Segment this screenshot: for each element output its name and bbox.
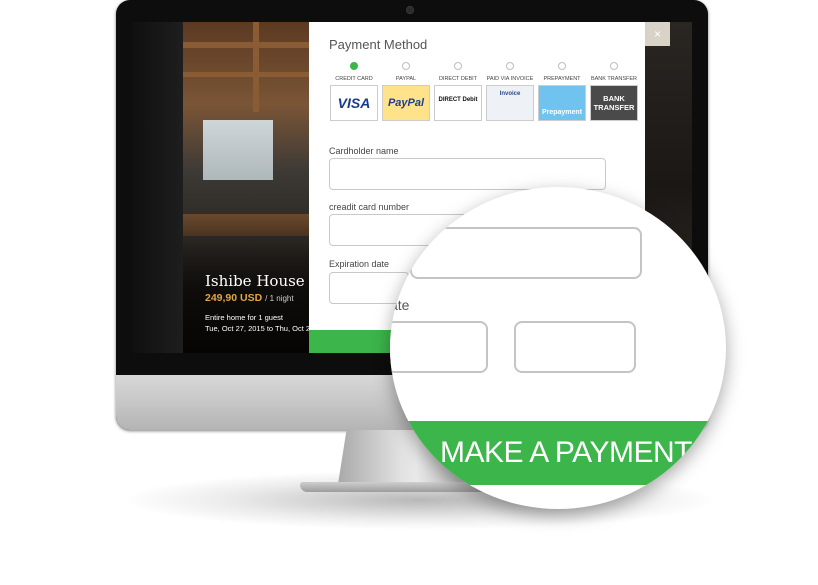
expiration-label: Expiration date	[329, 259, 390, 269]
radio-dot[interactable]	[506, 62, 514, 70]
magnified-year-field	[514, 321, 636, 373]
magnified-month-field	[390, 321, 488, 373]
magnified-expiration-label: ate	[390, 297, 410, 313]
listing-price: 249,90 USD / 1 night	[205, 292, 294, 304]
radio-dot[interactable]	[454, 62, 462, 70]
listing-title: Ishibe House	[205, 272, 305, 290]
listing-price-unit: / 1 night	[265, 294, 294, 303]
radio-dot[interactable]	[610, 62, 618, 70]
direct-debit-logo-icon[interactable]: DIRECT Debit	[434, 85, 482, 121]
cardholder-label: Cardholder name	[329, 146, 399, 156]
camera-icon	[406, 6, 414, 14]
radio-dot[interactable]	[350, 62, 358, 70]
magnified-card-number-field	[410, 227, 642, 279]
method-credit-card[interactable]: CREDIT CARD VISA	[329, 62, 379, 121]
radio-dot[interactable]	[558, 62, 566, 70]
method-prepayment[interactable]: PREPAYMENT Prepayment	[537, 62, 587, 121]
visa-logo-icon[interactable]: VISA	[330, 85, 378, 121]
magnifier-lens: ate MAKE A PAYMENT	[390, 187, 726, 509]
prepayment-logo-icon[interactable]: Prepayment	[538, 85, 586, 121]
listing-photo-panel: Ishibe House 249,90 USD / 1 night Entire…	[183, 22, 309, 353]
magnified-make-payment-button[interactable]: MAKE A PAYMENT	[390, 421, 726, 485]
modal-title: Payment Method	[329, 37, 428, 52]
ceiling-post	[253, 22, 259, 112]
photo-window	[203, 120, 273, 180]
method-direct-debit[interactable]: DIRECT DEBIT DIRECT Debit	[433, 62, 483, 121]
close-icon[interactable]: ×	[645, 22, 670, 46]
card-number-label: creadit card number	[329, 202, 410, 212]
ceiling-beam	[183, 72, 309, 77]
paypal-logo-icon[interactable]: PayPal	[382, 85, 430, 121]
background-left	[132, 22, 183, 353]
cardholder-input[interactable]	[329, 158, 606, 190]
method-paypal[interactable]: PAYPAL PayPal	[381, 62, 431, 121]
method-label: PAYPAL	[395, 76, 417, 82]
listing-price-value: 249,90 USD	[205, 292, 263, 304]
ceiling-beam	[183, 42, 309, 48]
method-label: PAID VIA INVOICE	[486, 76, 534, 82]
method-bank-transfer[interactable]: BANK TRANSFER BANK TRANSFER	[589, 62, 639, 121]
radio-dot[interactable]	[402, 62, 410, 70]
method-label: DIRECT DEBIT	[438, 76, 478, 82]
method-label: BANK TRANSFER	[590, 76, 638, 82]
listing-dates: Tue, Oct 27, 2015 to Thu, Oct 29,	[205, 324, 309, 333]
invoice-logo-icon[interactable]: Invoice	[486, 85, 534, 121]
method-invoice[interactable]: PAID VIA INVOICE Invoice	[485, 62, 535, 121]
listing-guests: Entire home for 1 guest	[205, 313, 283, 322]
bank-transfer-logo-icon[interactable]: BANK TRANSFER	[590, 85, 638, 121]
method-label: CREDIT CARD	[335, 76, 373, 82]
method-label: PREPAYMENT	[543, 76, 581, 82]
photo-table	[183, 214, 309, 236]
